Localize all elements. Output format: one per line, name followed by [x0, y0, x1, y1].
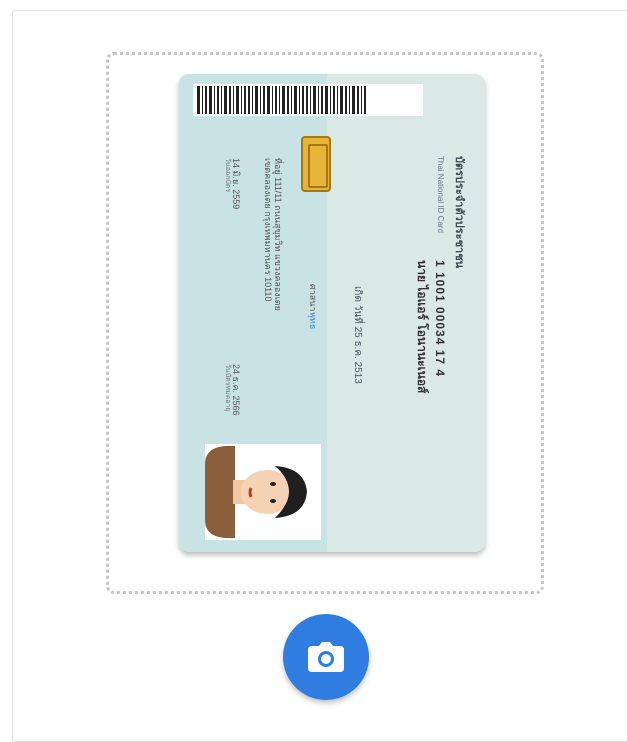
card-holder-name: นาย ไอแอร์ โอนานะเนอส์	[415, 260, 429, 394]
barcode-icon	[193, 84, 423, 116]
camera-button[interactable]	[283, 614, 369, 700]
card-address-line2: เขตคลองเตย กรุงเทพมหานคร 10110	[263, 158, 273, 302]
id-card-image: บัตรประจำตัวประชาชน Thai National ID Car…	[179, 74, 485, 552]
card-date-of-birth: เกิด วันที่ 25 ธ.ค. 2513	[352, 286, 363, 384]
card-title: บัตรประจำตัวประชาชน	[453, 156, 465, 269]
camera-icon	[308, 642, 344, 672]
sim-chip-icon	[301, 136, 331, 192]
image-drop-area[interactable]: บัตรประจำตัวประชาชน Thai National ID Car…	[106, 52, 544, 594]
card-religion-label: ศาสนา	[308, 284, 318, 312]
person-avatar-icon	[205, 444, 321, 540]
card-subtitle: Thai National ID Card	[436, 156, 445, 233]
card-religion-value: พุทธ	[308, 312, 318, 330]
card-expiry-label: วันบัตรหมดอายุ	[224, 364, 231, 412]
upload-panel: บัตรประจำตัวประชาชน Thai National ID Car…	[12, 10, 627, 742]
card-issue-label: วันออกบัตร	[224, 158, 231, 193]
card-id-number: 1 1001 00034 17 4	[433, 260, 447, 378]
